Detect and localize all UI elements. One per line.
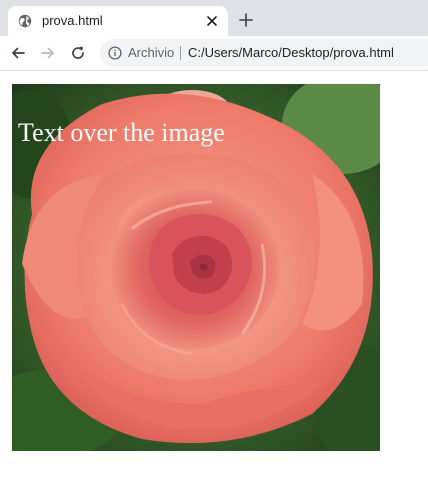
close-icon[interactable] — [204, 13, 220, 29]
page-content: Text over the image — [0, 71, 428, 486]
back-arrow-icon[interactable] — [10, 45, 26, 61]
browser-toolbar: Archivio C:/Users/Marco/Desktop/prova.ht… — [0, 36, 428, 71]
tab-prova[interactable]: prova.html — [8, 6, 228, 36]
info-icon[interactable] — [108, 46, 122, 60]
tab-title: prova.html — [42, 13, 103, 28]
url-text[interactable]: C:/Users/Marco/Desktop/prova.html — [188, 45, 394, 61]
rose-image: Text over the image — [12, 84, 380, 451]
address-bar[interactable]: Archivio C:/Users/Marco/Desktop/prova.ht… — [100, 39, 428, 67]
image-overlay-text: Text over the image — [18, 118, 225, 147]
origin-label: Archivio — [128, 45, 175, 60]
address-divider — [180, 46, 181, 60]
tab-strip: prova.html — [0, 0, 428, 36]
reload-icon[interactable] — [70, 45, 86, 61]
forward-arrow-icon[interactable] — [40, 45, 56, 61]
plus-icon[interactable] — [238, 12, 254, 28]
globe-icon — [18, 14, 32, 28]
